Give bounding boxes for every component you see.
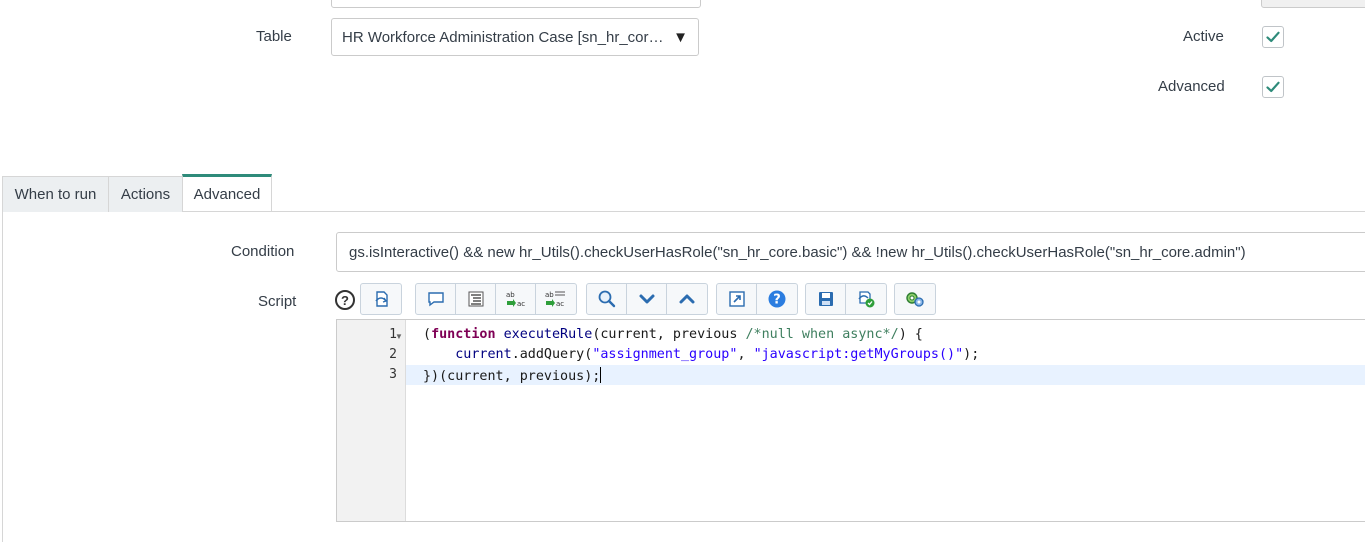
search-button[interactable] (587, 284, 627, 314)
replace-icon: ab ac (506, 291, 525, 308)
active-label: Active (1183, 28, 1224, 45)
search-icon (598, 290, 615, 308)
panel-border (2, 211, 3, 542)
debug-icon (906, 292, 924, 307)
replace-button[interactable]: ab ac (496, 284, 536, 314)
condition-label: Condition (231, 243, 295, 260)
dropdown-arrow-icon: ▼ (673, 28, 688, 46)
text-cursor (600, 367, 602, 383)
format-code-button[interactable] (456, 284, 496, 314)
comment-icon (427, 292, 444, 307)
svg-text:ab: ab (545, 291, 554, 299)
field-help-icon[interactable]: ? (335, 290, 355, 310)
validate-button[interactable] (846, 284, 886, 314)
checkmark-icon (1266, 31, 1280, 43)
previous-field-button[interactable] (1261, 0, 1365, 8)
editor-help-button[interactable]: ? (757, 284, 797, 314)
code-line-2: current.addQuery("assignment_group", "ja… (455, 347, 980, 362)
search-next-button[interactable] (627, 284, 667, 314)
tab-when-to-run[interactable]: When to run (2, 176, 109, 212)
tab-actions[interactable]: Actions (108, 176, 183, 212)
script-editor[interactable]: 1 ▼ 2 3 (function executeRule(current, p… (336, 319, 1365, 522)
fold-arrow-icon[interactable]: ▼ (395, 332, 403, 341)
toolbar-group-view: ? (716, 283, 798, 315)
checkmark-icon (1266, 81, 1280, 93)
chevron-up-icon (679, 294, 695, 304)
svg-text:ab: ab (506, 291, 515, 299)
tabs-divider (2, 211, 1365, 212)
condition-input[interactable]: gs.isInteractive() && new hr_Utils().che… (336, 232, 1365, 272)
save-button[interactable] (806, 284, 846, 314)
toolbar-group-editor: ab ac ab ac (415, 283, 577, 315)
debug-button[interactable] (895, 284, 935, 314)
toolbar-group-save (805, 283, 887, 315)
script-include-icon (375, 291, 388, 307)
toolbar-group-search (586, 283, 708, 315)
toolbar-group-debug (894, 283, 936, 315)
fullscreen-button[interactable] (717, 284, 757, 314)
code-line-1: (function executeRule(current, previous … (423, 327, 923, 342)
replace-all-icon: ab ac (545, 291, 565, 308)
validate-icon (858, 291, 875, 308)
table-select[interactable]: HR Workforce Administration Case [sn_hr_… (331, 18, 699, 56)
line-number: 1 (389, 327, 397, 342)
advanced-checkbox[interactable] (1262, 76, 1284, 98)
svg-text:ac: ac (517, 300, 525, 308)
chevron-down-icon (639, 294, 654, 304)
search-previous-button[interactable] (667, 284, 707, 314)
previous-field-input[interactable] (331, 0, 701, 8)
replace-all-button[interactable]: ab ac (536, 284, 576, 314)
code-line-3: })(current, previous); (423, 367, 602, 384)
line-number: 3 (389, 367, 397, 382)
script-include-button[interactable] (361, 284, 401, 314)
format-code-icon (468, 291, 483, 307)
help-icon: ? (768, 290, 786, 308)
fullscreen-icon (728, 291, 745, 307)
table-label: Table (256, 28, 292, 45)
save-icon (818, 292, 833, 306)
svg-text:ac: ac (556, 300, 564, 308)
svg-text:?: ? (773, 293, 781, 308)
table-select-value: HR Workforce Administration Case [sn_hr_… (342, 28, 664, 46)
script-label: Script (258, 293, 297, 310)
active-checkbox[interactable] (1262, 26, 1284, 48)
advanced-label: Advanced (1158, 78, 1225, 95)
tab-advanced[interactable]: Advanced (182, 174, 272, 211)
line-number: 2 (389, 347, 397, 362)
toolbar-group-scripts (360, 283, 402, 315)
comment-button[interactable] (416, 284, 456, 314)
